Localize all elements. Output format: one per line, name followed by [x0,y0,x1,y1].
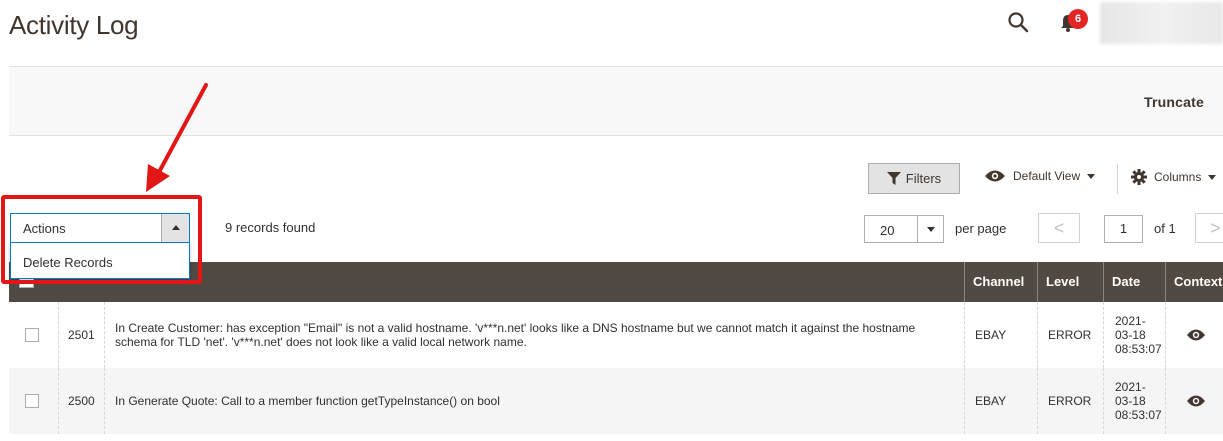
column-header-channel[interactable]: Channel [964,262,1037,302]
mass-actions-select[interactable]: Actions [10,213,190,243]
filters-button[interactable]: Filters [868,163,960,194]
total-pages-label: of 1 [1154,221,1176,236]
row-message: In Generate Quote: Call to a member func… [104,368,964,434]
per-page-select[interactable]: 20 [864,215,944,243]
notification-count-badge[interactable]: 6 [1068,9,1088,29]
user-account-menu[interactable] [1100,2,1223,44]
mass-actions-menu: Delete Records [10,243,190,279]
per-page-value: 20 [880,223,895,238]
grid-header: Channel Level Date Context [9,262,1223,302]
column-header-date[interactable]: Date [1103,262,1165,302]
search-icon[interactable] [1006,10,1030,34]
default-view-dropdown[interactable]: Default View [984,169,1096,183]
eye-icon [985,170,1005,182]
filters-label: Filters [905,171,942,186]
row-channel: EBAY [964,368,1037,434]
table-row[interactable]: 2501 In Create Customer: has exception "… [9,302,1223,368]
view-context-eye-icon[interactable] [1186,394,1206,408]
previous-page-button[interactable]: < [1038,213,1080,243]
records-found-count: 9 records found [225,220,316,235]
actions-label: Actions [23,221,66,236]
row-channel: EBAY [964,302,1037,368]
row-checkbox[interactable] [25,394,39,408]
view-context-eye-icon[interactable] [1186,328,1206,342]
table-row[interactable]: 2500 In Generate Quote: Call to a member… [9,368,1223,434]
filter-icon [886,172,901,185]
per-page-label: per page [955,221,1007,236]
column-header-level[interactable]: Level [1037,262,1103,302]
row-checkbox[interactable] [25,328,39,342]
columns-label: Columns [1154,170,1202,184]
row-message: In Create Customer: has exception "Email… [104,302,964,368]
page-actions-bar: Truncate [9,66,1223,136]
truncate-button[interactable]: Truncate [1144,94,1204,110]
column-header-context[interactable]: Context [1165,262,1223,302]
row-id: 2500 [58,368,104,434]
row-date: 2021- 03-18 08:53:07 [1103,368,1165,434]
gear-icon [1131,169,1147,185]
chevron-up-icon[interactable] [161,214,189,242]
chevron-down-icon [1208,174,1217,180]
row-level: ERROR [1037,302,1103,368]
chevron-down-icon [1087,173,1096,179]
current-page-input[interactable]: 1 [1104,215,1143,243]
row-level: ERROR [1037,368,1103,434]
toolbar-divider [1117,164,1118,194]
row-id: 2501 [58,302,104,368]
delete-records-option[interactable]: Delete Records [23,255,113,270]
chevron-down-icon[interactable] [917,216,943,242]
page-title: Activity Log [9,10,139,40]
next-page-button[interactable]: > [1195,213,1223,243]
default-view-label: Default View [1013,169,1081,183]
row-date: 2021- 03-18 08:53:07 [1103,302,1165,368]
columns-dropdown[interactable]: Columns [1131,169,1217,185]
